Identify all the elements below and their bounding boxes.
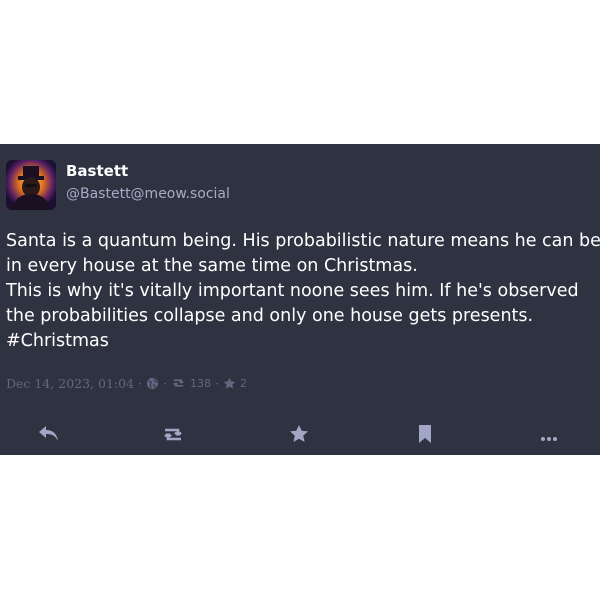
post-content: Santa is a quantum being. His probabilis… bbox=[6, 229, 600, 354]
reply-button[interactable] bbox=[37, 424, 61, 448]
avatar[interactable] bbox=[6, 160, 56, 210]
content-line: This is why it's vitally important noone… bbox=[6, 281, 579, 301]
meta-separator: · bbox=[138, 375, 143, 391]
content-line: in every house at the same time on Chris… bbox=[6, 256, 418, 276]
post-meta: Dec 14, 2023, 01:04 · · 138 · 2 bbox=[6, 375, 247, 391]
retweet-icon bbox=[171, 377, 186, 389]
meta-separator: · bbox=[163, 375, 167, 391]
hashtag-link[interactable]: #Christmas bbox=[6, 331, 109, 351]
favourite-count[interactable]: 2 bbox=[240, 377, 247, 390]
more-options-button[interactable] bbox=[537, 424, 561, 448]
page: Bastett @Bastett@meow.social Santa is a … bbox=[0, 0, 600, 600]
boost-count[interactable]: 138 bbox=[190, 377, 211, 390]
bookmark-icon bbox=[417, 424, 433, 448]
status-post: Bastett @Bastett@meow.social Santa is a … bbox=[0, 144, 600, 455]
ellipsis-icon bbox=[540, 427, 558, 446]
meta-separator: · bbox=[215, 375, 219, 391]
account-handle: @Bastett@meow.social bbox=[66, 186, 230, 202]
timestamp[interactable]: Dec 14, 2023, 01:04 bbox=[6, 376, 134, 391]
boost-button[interactable] bbox=[161, 424, 185, 448]
star-icon bbox=[289, 424, 309, 448]
retweet-icon bbox=[161, 425, 185, 447]
reply-icon bbox=[38, 425, 60, 447]
content-line: the probabilities collapse and only one … bbox=[6, 306, 534, 326]
content-line: Santa is a quantum being. His probabilis… bbox=[6, 231, 600, 251]
action-bar bbox=[0, 424, 600, 448]
globe-icon bbox=[146, 377, 159, 390]
bookmark-button[interactable] bbox=[413, 424, 437, 448]
star-icon bbox=[223, 377, 236, 390]
favourite-button[interactable] bbox=[287, 424, 311, 448]
display-name[interactable]: Bastett bbox=[66, 162, 128, 180]
